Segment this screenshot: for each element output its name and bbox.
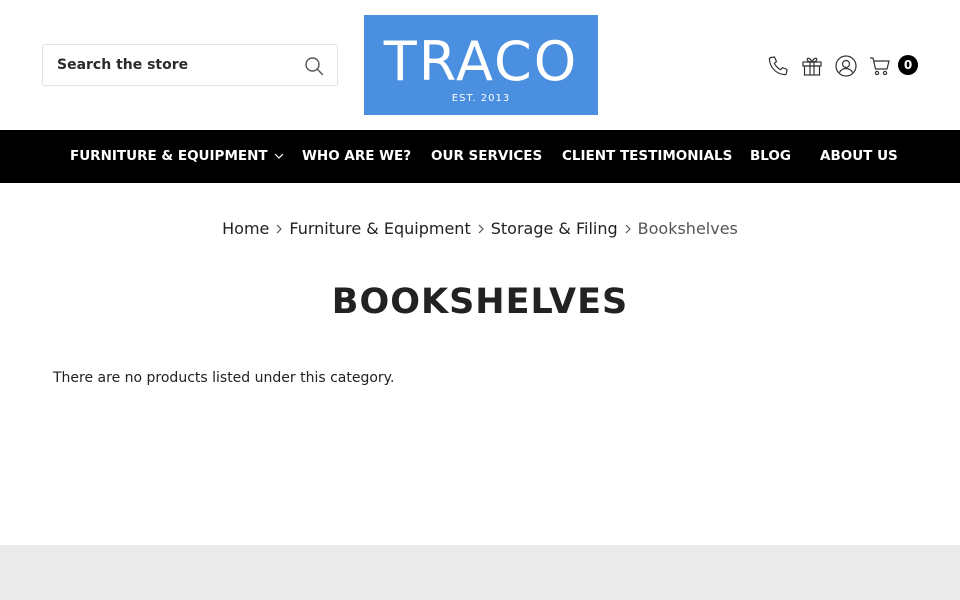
nav-list: FURNITURE & EQUIPMENT WHO ARE WE? OUR SE… — [0, 130, 960, 183]
page-title: BOOKSHELVES — [331, 282, 629, 322]
site-header: TRACO EST. 2013 0 — [0, 0, 960, 130]
logo-wordmark: TRACO — [383, 30, 579, 93]
site-footer — [0, 545, 960, 600]
nav-item-our-services[interactable]: OUR SERVICES — [431, 130, 542, 183]
nav-item-label: FURNITURE & EQUIPMENT — [70, 148, 268, 164]
chevron-right-icon — [625, 224, 631, 233]
gift-icon[interactable] — [800, 54, 824, 78]
cart-count-badge[interactable]: 0 — [898, 55, 918, 75]
nav-item-client-testimonials[interactable]: CLIENT TESTIMONIALS — [562, 130, 732, 183]
nav-item-blog[interactable]: BLOG — [750, 130, 791, 183]
cart-icon[interactable] — [868, 54, 892, 78]
breadcrumb-furniture-equipment[interactable]: Furniture & Equipment — [289, 219, 470, 238]
empty-category-message: There are no products listed under this … — [53, 370, 395, 386]
nav-item-label: CLIENT TESTIMONIALS — [562, 148, 733, 164]
search-icon[interactable] — [304, 56, 324, 76]
nav-item-who-are-we[interactable]: WHO ARE WE? — [302, 130, 411, 183]
search-input[interactable] — [43, 45, 293, 85]
nav-item-label: OUR SERVICES — [431, 148, 543, 164]
nav-item-furniture-equipment[interactable]: FURNITURE & EQUIPMENT — [70, 130, 284, 183]
chevron-right-icon — [276, 224, 283, 233]
nav-item-about-us[interactable]: ABOUT US — [820, 130, 898, 183]
account-icon[interactable] — [834, 54, 858, 78]
nav-item-label: ABOUT US — [820, 148, 898, 164]
nav-item-label: BLOG — [750, 148, 791, 164]
breadcrumb-home[interactable]: Home — [222, 219, 269, 238]
breadcrumb: Home Furniture & Equipment Storage & Filin… — [0, 218, 960, 238]
search-box — [42, 44, 338, 86]
logo-tagline: EST. 2013 — [451, 93, 511, 104]
chevron-right-icon — [478, 224, 484, 233]
breadcrumb-storage-filing[interactable]: Storage & Filing — [491, 219, 618, 238]
nav-item-label: WHO ARE WE? — [302, 148, 412, 164]
chevron-down-icon — [274, 153, 284, 159]
breadcrumb-current: Bookshelves — [637, 219, 738, 238]
phone-icon[interactable] — [766, 54, 790, 78]
main-navigation: FURNITURE & EQUIPMENT WHO ARE WE? OUR SE… — [0, 130, 960, 183]
site-logo[interactable]: TRACO EST. 2013 — [364, 15, 598, 115]
